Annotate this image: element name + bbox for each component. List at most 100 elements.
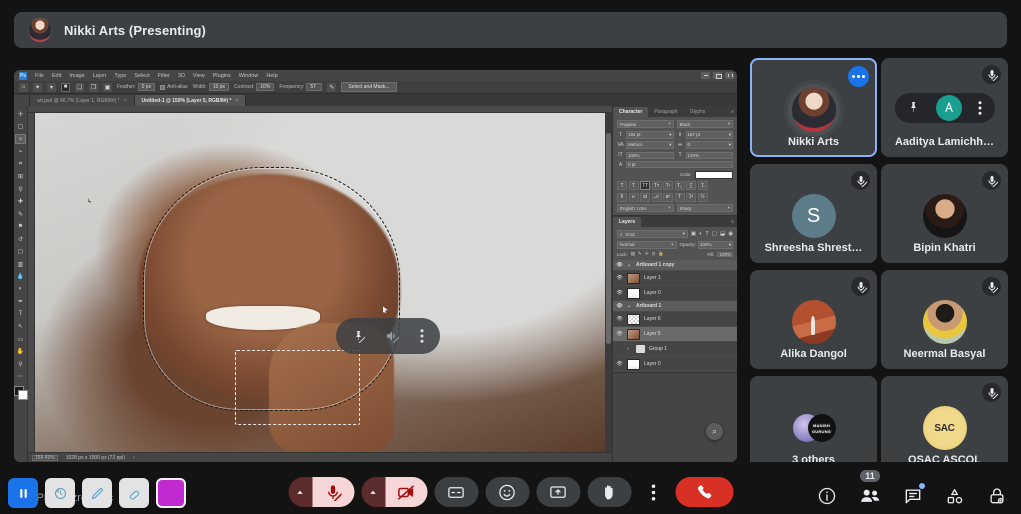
filter-smart-icon[interactable]: ⬓ <box>720 231 725 237</box>
annotation-toolbar[interactable] <box>8 478 186 508</box>
menu-filter[interactable]: Filter <box>158 73 170 79</box>
photoshop-options-bar[interactable]: ⌂ ✦ ▾ ■ ❏ ❐ ▣ Feather: 0 px Anti-alias W… <box>14 81 737 94</box>
layer-row-artboard-1[interactable]: 👁 ⌄ Artboard 1 <box>613 301 737 312</box>
layer-row-group-1[interactable]: › Group 1 <box>613 342 737 357</box>
add-selection-icon[interactable]: ❏ <box>75 82 84 92</box>
tab-paragraph[interactable]: Paragraph <box>648 107 683 117</box>
feather-value[interactable]: 0 px <box>137 83 156 91</box>
fractions-icon[interactable]: ½ <box>697 192 708 202</box>
tile-more-options-button[interactable] <box>848 66 869 87</box>
menu-layer[interactable]: Layer <box>93 73 107 79</box>
lock-image-icon[interactable]: ✎ <box>638 251 642 257</box>
color-swatches[interactable] <box>14 387 27 399</box>
visibility-icon[interactable]: 👁 <box>616 316 623 322</box>
menu-window[interactable]: Window <box>239 73 259 79</box>
layer-row-layer-0-a[interactable]: 👁 Layer 0 <box>613 286 737 301</box>
horizontal-scale-field[interactable]: T 134% <box>677 151 733 159</box>
layer-row-layer-5[interactable]: 👁 Layer 5 <box>613 327 737 342</box>
lasso-tool-icon[interactable]: ✧ <box>15 134 26 144</box>
more-vertical-icon[interactable] <box>420 329 424 343</box>
blend-mode-select[interactable]: Normal ▾ <box>617 240 677 249</box>
home-icon[interactable]: ⌂ <box>19 82 28 92</box>
anti-alias-select[interactable]: Sharp ▾ <box>676 204 733 212</box>
shared-screen-floating-controls[interactable] <box>336 318 440 354</box>
activities-button[interactable] <box>945 486 965 506</box>
crop-tool-icon[interactable]: ⌗ <box>15 159 26 169</box>
tab-character[interactable]: Character <box>613 107 649 117</box>
contrast-value[interactable]: 10% <box>256 83 275 91</box>
chevron-down-icon[interactable]: ▾ <box>47 82 56 92</box>
layer-row-layer-0-b[interactable]: 👁 Layer 0 <box>613 357 737 372</box>
layer-filter-icons[interactable]: ▣ ◐ T ▢ ⬓ ◉ <box>691 231 733 237</box>
captions-button[interactable] <box>434 477 478 507</box>
panel-menu-icon[interactable]: ≡ <box>731 109 734 115</box>
width-value[interactable]: 10 px <box>208 83 230 91</box>
eyedropper-tool-icon[interactable]: ⚲ <box>15 184 26 194</box>
gradient-tool-icon[interactable]: ▥ <box>15 259 26 269</box>
lock-all-icon[interactable]: 🔒 <box>658 251 664 257</box>
close-tab-icon[interactable]: × <box>124 98 127 104</box>
lasso-tool-icon[interactable]: ✦ <box>33 82 42 92</box>
filter-shape-icon[interactable]: ▢ <box>712 231 717 237</box>
photoshop-canvas-area[interactable]: ↳ 159.41% 1028 px x 1000 px (72 ppi) › <box>28 106 612 462</box>
small-caps-icon[interactable]: Tᴛ <box>651 181 662 190</box>
subscript-icon[interactable]: T₁ <box>674 181 685 190</box>
menu-file[interactable]: File <box>35 73 44 79</box>
shared-screen-stage[interactable]: Ps File Edit Image Layer Type Select Fil… <box>14 70 737 462</box>
discretionary-ligatures-icon[interactable]: st <box>640 192 650 202</box>
font-size-field[interactable]: T 194 pt ▾ <box>617 130 674 139</box>
blur-tool-icon[interactable]: 💧 <box>15 272 26 282</box>
tab-layers[interactable]: Layers <box>613 217 642 227</box>
window-controls[interactable] <box>701 72 734 79</box>
photoshop-document-tabs[interactable]: art.psd @ 66.7% (Layer 1, RGB/8#) * × Un… <box>14 94 737 106</box>
frequency-value[interactable]: 57 <box>306 83 323 91</box>
leading-field[interactable]: ⇕ 167 pt ▾ <box>677 130 733 139</box>
meeting-details-button[interactable] <box>817 486 837 506</box>
intersect-selection-icon[interactable]: ▣ <box>103 82 112 92</box>
participant-tile-alika-dangol[interactable]: Alika Dangol <box>750 270 877 369</box>
language-select[interactable]: English: USA ▾ <box>617 204 674 212</box>
leave-call-button[interactable] <box>675 477 733 507</box>
canvas-zoom-button[interactable]: ⌕ <box>706 423 723 440</box>
close-button[interactable] <box>725 72 734 79</box>
clone-stamp-tool-icon[interactable]: ⚑ <box>15 222 26 232</box>
document-tab-untitled[interactable]: Untitled-1 @ 159% (Layer 5, RGB/8#) * × <box>134 95 247 106</box>
people-panel-button[interactable]: 11 <box>859 470 881 506</box>
path-select-tool-icon[interactable]: ↖ <box>15 322 26 332</box>
all-caps-icon[interactable]: TT <box>640 181 650 190</box>
microphone-control-group[interactable] <box>288 477 354 507</box>
expand-caret-icon[interactable]: ⌄ <box>627 303 632 309</box>
expand-caret-icon[interactable]: ⌄ <box>627 262 632 268</box>
layer-row-layer-6[interactable]: 👁 Layer 6 <box>613 312 737 327</box>
maximize-button[interactable] <box>713 72 722 79</box>
quick-select-tool-icon[interactable]: ⌁ <box>15 147 26 157</box>
zoom-level[interactable]: 159.41% <box>32 454 58 461</box>
participant-tile-neermal-basyal[interactable]: Neermal Basyal <box>881 270 1008 369</box>
ordinals-icon[interactable]: 1ˢ <box>686 192 696 202</box>
font-family-select[interactable]: Poppins ▾ <box>617 120 674 128</box>
visibility-icon[interactable]: 👁 <box>616 275 623 281</box>
participant-tile-osac-ascol[interactable]: SAC OSAC ASCOL <box>881 376 1008 475</box>
pause-annotation-button[interactable] <box>8 478 38 508</box>
frame-tool-icon[interactable]: ⊞ <box>15 172 26 182</box>
hand-tool-icon[interactable]: ✋ <box>15 347 26 357</box>
subtract-selection-icon[interactable]: ❐ <box>89 82 98 92</box>
lock-nesting-icon[interactable]: ⊡ <box>652 251 656 257</box>
text-color-swatch[interactable] <box>695 170 733 179</box>
mic-options-button[interactable] <box>288 477 312 507</box>
layers-panel-tabs[interactable]: Layers ≡ <box>613 216 737 227</box>
strikethrough-icon[interactable]: T̶ <box>697 181 708 190</box>
font-style-select[interactable]: Black ▾ <box>676 120 733 128</box>
contextual-alternates-icon[interactable]: ℯ <box>628 192 639 202</box>
camera-options-button[interactable] <box>361 477 385 507</box>
stylistic-alternates-icon[interactable]: aᵈ <box>663 192 673 202</box>
menu-view[interactable]: View <box>193 73 205 79</box>
pen-tool-button[interactable] <box>82 478 112 508</box>
participant-tile-3-others[interactable]: MANISH GURUNG 3 others <box>750 376 877 475</box>
underline-icon[interactable]: T̲ <box>686 181 696 190</box>
layer-row-artboard-1-copy[interactable]: 👁 ⌄ Artboard 1 copy <box>613 260 737 271</box>
minimize-button[interactable] <box>701 72 710 79</box>
participant-tile-nikki-arts[interactable]: Nikki Arts <box>750 58 877 157</box>
tracking-field[interactable]: ⇹ 0 ▾ <box>677 141 733 149</box>
dodge-tool-icon[interactable]: ◐ <box>15 284 26 294</box>
